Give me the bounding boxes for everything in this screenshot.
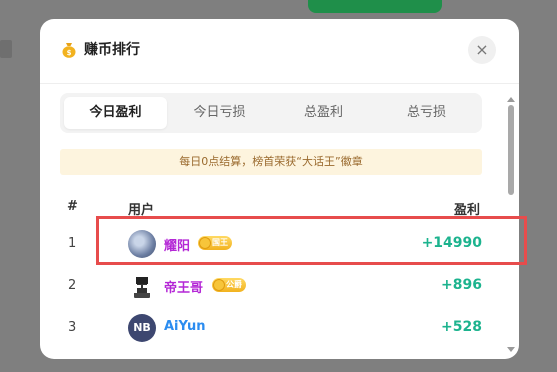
- profit-value: +896: [441, 277, 482, 293]
- user-name[interactable]: AiYun: [164, 319, 206, 334]
- svg-text:$: $: [67, 49, 72, 57]
- tab-today-profit[interactable]: 今日盈利: [64, 97, 167, 129]
- header-rank: #: [67, 199, 78, 214]
- table-row[interactable]: 3 NB AiYun +528: [60, 308, 482, 348]
- money-bag-icon: $: [62, 43, 76, 58]
- ranking-tabs: 今日盈利 今日亏损 总盈利 总亏损: [60, 93, 482, 133]
- avatar-figure-icon: [134, 277, 150, 298]
- dialog-title: 赚币排行: [84, 42, 140, 58]
- dialog-header: $ 赚币排行 ×: [40, 19, 519, 84]
- user-name[interactable]: 帝王哥: [164, 277, 203, 296]
- rank-badge: 公爵: [212, 278, 246, 292]
- close-icon: ×: [475, 40, 489, 59]
- scrollbar-thumb[interactable]: [508, 105, 514, 195]
- avatar[interactable]: [128, 272, 156, 300]
- rank-number: 2: [68, 278, 77, 293]
- scroll-up-arrow-icon[interactable]: [507, 97, 515, 102]
- background-button: [308, 0, 442, 13]
- settlement-notice: 每日0点结算，榜首荣获“大话王”徽章: [60, 149, 482, 175]
- scroll-down-arrow-icon[interactable]: [507, 347, 515, 352]
- background-element: [0, 40, 12, 58]
- rank-number: 3: [68, 320, 77, 335]
- rank-number: 1: [68, 236, 77, 251]
- leaderboard-dialog: $ 赚币排行 × 今日盈利 今日亏损 总盈利 总亏损 每日0点结算，榜首荣获“大…: [40, 19, 519, 359]
- crown-icon: [213, 279, 225, 291]
- profit-value: +528: [441, 319, 482, 335]
- highlight-box: [96, 216, 527, 265]
- tab-today-loss[interactable]: 今日亏损: [168, 97, 271, 129]
- close-button[interactable]: ×: [468, 36, 496, 64]
- avatar[interactable]: NB: [128, 314, 156, 342]
- tab-total-profit[interactable]: 总盈利: [272, 97, 375, 129]
- table-row[interactable]: 2 帝王哥 公爵 +896: [60, 266, 482, 306]
- tab-total-loss[interactable]: 总亏损: [375, 97, 478, 129]
